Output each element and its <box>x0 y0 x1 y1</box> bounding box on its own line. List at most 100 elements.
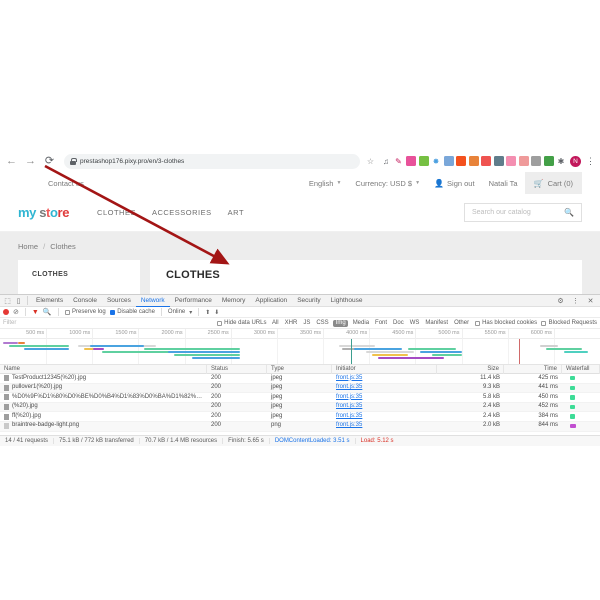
extension-pen-icon[interactable]: ✎ <box>394 156 404 166</box>
initiator-link[interactable]: front.js:35 <box>336 403 362 409</box>
extension-puzzle-icon[interactable]: ✱ <box>556 156 566 166</box>
devtools-tab-application[interactable]: Application <box>250 295 292 307</box>
devtools-tab-elements[interactable]: Elements <box>31 295 68 307</box>
filter-input[interactable]: Filter <box>3 320 213 326</box>
clear-icon[interactable]: ⊘ <box>13 308 19 316</box>
extension-corner-icon[interactable] <box>518 156 529 166</box>
nav-item-clothes[interactable]: CLOTHES <box>97 208 136 217</box>
filter-icon[interactable]: ▼ <box>32 309 39 316</box>
nav-item-art[interactable]: ART <box>228 208 244 217</box>
browser-menu-icon[interactable]: ⋮ <box>585 156 596 167</box>
device-toolbar-icon[interactable]: ▯ <box>13 295 24 306</box>
extension-leaf-icon[interactable] <box>418 156 429 166</box>
devtools-tab-lighthouse[interactable]: Lighthouse <box>326 295 368 307</box>
column-header-size[interactable]: Size <box>437 364 504 374</box>
filter-type-manifest[interactable]: Manifest <box>424 320 450 326</box>
network-overview-graph[interactable] <box>0 339 600 365</box>
profile-avatar[interactable]: N <box>570 155 581 167</box>
devtools-tab-console[interactable]: Console <box>68 295 102 307</box>
throttling-select[interactable]: Online <box>168 309 185 315</box>
filter-type-all[interactable]: All <box>270 320 280 326</box>
initiator-link[interactable]: front.js:35 <box>336 394 362 400</box>
devtools-tab-sources[interactable]: Sources <box>102 295 136 307</box>
disable-cache-checkbox[interactable]: Disable cache <box>109 309 155 315</box>
devtools-tab-security[interactable]: Security <box>292 295 325 307</box>
overview-request-bar <box>378 357 444 359</box>
initiator-link[interactable]: front.js:35 <box>336 413 362 419</box>
initiator-link[interactable]: front.js:35 <box>336 384 362 390</box>
filter-type-ws[interactable]: WS <box>408 320 421 326</box>
initiator-link[interactable]: front.js:35 <box>336 422 362 428</box>
user-name[interactable]: Natali Ta <box>482 179 525 188</box>
filter-type-js[interactable]: JS <box>302 320 312 326</box>
filter-type-css[interactable]: CSS <box>315 320 330 326</box>
extension-frame-icon[interactable] <box>468 156 479 166</box>
filter-type-font[interactable]: Font <box>374 320 389 326</box>
language-selector[interactable]: English ▼ <box>302 179 349 188</box>
record-button-icon[interactable] <box>3 309 9 315</box>
filter-type-other[interactable]: Other <box>453 320 471 326</box>
search-input[interactable]: Search our catalog 🔍 <box>464 203 582 222</box>
column-header-name[interactable]: Name <box>0 364 207 374</box>
store-topbar: Contact us English ▼ Currency: USD $ ▼ 👤… <box>0 172 600 194</box>
cell-initiator: front.js:35 <box>332 412 437 422</box>
nav-item-accessories[interactable]: ACCESSORIES <box>152 208 212 217</box>
initiator-link[interactable]: front.js:35 <box>336 375 362 381</box>
overview-request-bar <box>9 345 69 347</box>
ruler-tick-label: 5000 ms <box>438 330 460 336</box>
currency-selector[interactable]: Currency: USD $ ▼ <box>348 179 427 188</box>
devtools-tab-network[interactable]: Network <box>135 295 170 307</box>
cell-status: 200 <box>211 422 222 429</box>
address-bar[interactable]: prestashop176.pixy.pro/en/3-clothes <box>64 153 360 169</box>
overview-request-bar <box>432 354 462 356</box>
has-blocked-cookies-checkbox[interactable]: Has blocked cookies <box>474 320 537 326</box>
image-file-icon <box>4 394 9 401</box>
back-icon[interactable]: ← <box>4 154 19 169</box>
waterfall-bar <box>570 385 575 391</box>
store-logo[interactable]: my store <box>18 205 69 220</box>
extension-flag-icon[interactable] <box>493 156 504 166</box>
extension-gradient-icon[interactable] <box>406 156 416 166</box>
sign-out-link[interactable]: 👤 Sign out <box>427 179 482 188</box>
chevron-down-icon[interactable]: ▾ <box>189 309 192 316</box>
column-header-waterfall[interactable]: Waterfall <box>562 364 600 374</box>
breadcrumb-home[interactable]: Home <box>18 242 38 251</box>
page-title: CLOTHES <box>166 269 220 281</box>
export-har-icon[interactable]: ⬇ <box>214 309 219 316</box>
column-header-type[interactable]: Type <box>267 364 332 374</box>
filter-type-xhr[interactable]: XHR <box>283 320 299 326</box>
inspect-element-icon[interactable]: ⬚ <box>2 295 13 306</box>
extension-star-icon[interactable]: ✸ <box>431 156 441 166</box>
extension-globe-icon[interactable] <box>543 156 554 166</box>
column-header-initiator[interactable]: Initiator <box>332 364 437 374</box>
extension-shield-icon[interactable] <box>531 156 541 166</box>
cell-initiator: front.js:35 <box>332 393 437 403</box>
gear-icon[interactable]: ⚙ <box>555 295 566 306</box>
devtools-tab-performance[interactable]: Performance <box>170 295 217 307</box>
search-icon[interactable]: 🔍 <box>564 208 574 217</box>
reload-icon[interactable]: ⟳ <box>42 154 57 169</box>
column-header-time[interactable]: Time <box>504 364 562 374</box>
import-har-icon[interactable]: ⬆ <box>205 309 210 316</box>
extension-music-icon[interactable]: ♫ <box>381 156 391 166</box>
preserve-log-checkbox[interactable]: Preserve log <box>64 309 106 315</box>
blocked-requests-checkbox[interactable]: Blocked Requests <box>541 320 597 326</box>
column-header-status[interactable]: Status <box>207 364 267 374</box>
extension-square-icon[interactable] <box>481 156 491 166</box>
close-icon[interactable]: ✕ <box>585 295 596 306</box>
extension-screen-icon[interactable] <box>443 156 454 166</box>
devtools-tab-memory[interactable]: Memory <box>217 295 250 307</box>
forward-icon[interactable]: → <box>23 154 38 169</box>
search-icon[interactable]: 🔍 <box>43 308 52 316</box>
table-row[interactable]: braintree-badge-light.png 200 png front.js:… <box>0 421 600 432</box>
more-options-icon[interactable]: ⋮ <box>570 295 581 306</box>
filter-type-doc[interactable]: Doc <box>392 320 406 326</box>
bookmark-star-icon[interactable]: ☆ <box>367 157 374 166</box>
extension-lock-icon[interactable] <box>456 156 466 166</box>
hide-data-urls-checkbox[interactable]: Hide data URLs <box>216 320 266 326</box>
extension-shop-icon[interactable] <box>506 156 516 166</box>
contact-us-link[interactable]: Contact us <box>48 172 84 194</box>
filter-type-img[interactable]: Img <box>333 319 349 327</box>
cart-button[interactable]: 🛒 Cart (0) <box>524 172 582 194</box>
filter-type-media[interactable]: Media <box>351 320 370 326</box>
